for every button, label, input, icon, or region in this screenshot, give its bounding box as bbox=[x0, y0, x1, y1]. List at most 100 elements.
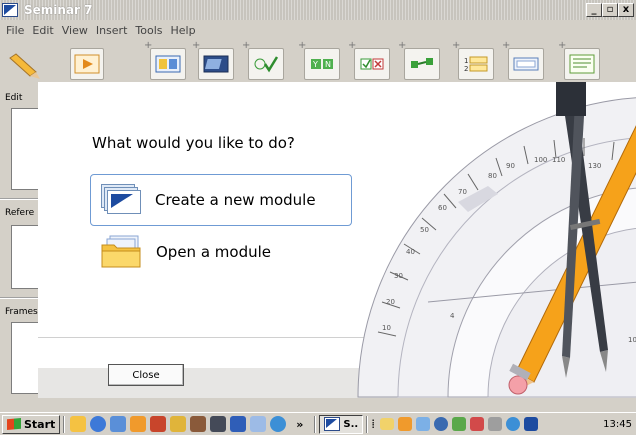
dialog-divider bbox=[38, 337, 368, 338]
edit-panel[interactable] bbox=[11, 108, 41, 190]
svg-text:20: 20 bbox=[386, 298, 395, 306]
close-window-button[interactable]: x bbox=[618, 3, 634, 17]
seminar-task-button[interactable]: S.. bbox=[319, 414, 364, 434]
text-entry-icon bbox=[513, 57, 539, 71]
edit-tool-button[interactable] bbox=[6, 52, 42, 80]
svg-text:130: 130 bbox=[588, 162, 601, 170]
film-icon bbox=[203, 55, 229, 73]
new-module-icon bbox=[101, 184, 141, 216]
quicklaunch-overflow[interactable]: » bbox=[296, 418, 303, 431]
insert-yes-no-button[interactable]: YN bbox=[304, 48, 340, 80]
insert-multiple-choice-button[interactable] bbox=[248, 48, 284, 80]
insert-true-false-button[interactable] bbox=[354, 48, 390, 80]
menu-insert[interactable]: Insert bbox=[92, 24, 132, 37]
image-frame-icon bbox=[155, 55, 181, 73]
menu-tools[interactable]: Tools bbox=[131, 24, 166, 37]
browser-tray-icon[interactable] bbox=[506, 417, 521, 431]
dialog-question: What would you like to do? bbox=[92, 134, 295, 152]
toolbar: YN 12 + + + + + + + + + bbox=[0, 40, 636, 82]
app-quicklaunch-icon[interactable] bbox=[150, 416, 167, 432]
svg-text:N: N bbox=[325, 60, 331, 69]
play-icon bbox=[74, 54, 100, 74]
taskbar-divider bbox=[366, 415, 369, 433]
tray-grip-icon: ⁞ bbox=[371, 417, 376, 431]
start-button[interactable]: Start bbox=[2, 414, 61, 434]
restore-button[interactable]: ▫ bbox=[602, 3, 618, 17]
svg-text:4: 4 bbox=[450, 312, 455, 320]
seminar-task-label: S.. bbox=[343, 418, 359, 430]
add-indicator-icon: + bbox=[298, 40, 307, 51]
close-button[interactable]: Close bbox=[108, 364, 184, 386]
open-module-option[interactable]: Open a module bbox=[90, 226, 352, 278]
add-indicator-icon: + bbox=[144, 40, 153, 51]
mail-tray-icon[interactable] bbox=[380, 418, 395, 430]
add-indicator-icon: + bbox=[348, 40, 357, 51]
svg-text:2: 2 bbox=[464, 65, 468, 73]
open-module-label: Open a module bbox=[156, 243, 272, 261]
chrome-quicklaunch-icon[interactable] bbox=[270, 416, 287, 432]
svg-text:100: 100 bbox=[534, 156, 547, 164]
media-tray-icon[interactable] bbox=[398, 417, 413, 431]
browser-quicklaunch-icon[interactable] bbox=[90, 416, 107, 432]
word-quicklaunch-icon[interactable] bbox=[230, 416, 247, 432]
insert-matching-button[interactable] bbox=[404, 48, 440, 80]
menu-view[interactable]: View bbox=[58, 24, 92, 37]
tools-quicklaunch-icon[interactable] bbox=[170, 416, 187, 432]
taskbar-divider bbox=[63, 415, 66, 433]
add-indicator-icon: + bbox=[558, 40, 567, 51]
reference-panel[interactable] bbox=[11, 225, 41, 289]
notes-quicklaunch-icon[interactable] bbox=[250, 416, 267, 432]
sequence-icon: 12 bbox=[464, 56, 488, 73]
protractor-compass-artwork: 8090100 11013070 605040 302010 4810 bbox=[357, 82, 636, 398]
app-task-icon bbox=[324, 417, 341, 431]
insert-image-frame-button[interactable] bbox=[150, 48, 186, 80]
svg-text:70: 70 bbox=[458, 188, 467, 196]
insert-text-entry-button[interactable] bbox=[508, 48, 544, 80]
menu-edit[interactable]: Edit bbox=[28, 24, 57, 37]
system-clock: 13:45 bbox=[603, 418, 632, 430]
frames-panel-label: Frames bbox=[5, 307, 38, 317]
start-label: Start bbox=[24, 417, 56, 431]
edit-panel-label: Edit bbox=[5, 93, 23, 103]
preview-button[interactable] bbox=[70, 48, 104, 80]
startup-dialog: 8090100 11013070 605040 302010 4810 bbox=[38, 82, 636, 398]
chat-tray-icon[interactable] bbox=[470, 417, 485, 431]
text-frame-icon bbox=[569, 54, 595, 74]
network-tray-icon[interactable] bbox=[416, 417, 431, 431]
menu-help[interactable]: Help bbox=[167, 24, 200, 37]
create-new-module-label: Create a new module bbox=[155, 191, 316, 209]
svg-text:60: 60 bbox=[438, 204, 447, 212]
monitor-quicklaunch-icon[interactable] bbox=[210, 416, 227, 432]
create-new-module-option[interactable]: Create a new module bbox=[90, 174, 352, 226]
shield-tray-icon[interactable] bbox=[434, 417, 449, 431]
settings-quicklaunch-icon[interactable] bbox=[110, 416, 127, 432]
frames-panel[interactable] bbox=[11, 322, 41, 394]
insert-video-frame-button[interactable] bbox=[198, 48, 234, 80]
antivirus-tray-icon[interactable] bbox=[452, 417, 467, 431]
paint-quicklaunch-icon[interactable] bbox=[190, 416, 207, 432]
folder-icon bbox=[100, 235, 142, 269]
matching-icon bbox=[411, 58, 433, 68]
insert-sequence-button[interactable]: 12 bbox=[458, 48, 494, 80]
menu-file[interactable]: File bbox=[2, 24, 28, 37]
update-tray-icon[interactable] bbox=[488, 417, 503, 431]
media-quicklaunch-icon[interactable] bbox=[130, 416, 147, 432]
svg-text:10: 10 bbox=[382, 324, 391, 332]
folder-quicklaunch-icon[interactable] bbox=[70, 416, 87, 432]
taskbar-divider bbox=[314, 415, 317, 433]
svg-text:40: 40 bbox=[406, 248, 415, 256]
svg-text:Y: Y bbox=[312, 60, 318, 69]
insert-text-frame-button[interactable] bbox=[564, 48, 600, 80]
window-title: Seminar 7 bbox=[24, 3, 93, 17]
checkmark-icon bbox=[254, 56, 279, 73]
svg-text:110: 110 bbox=[552, 156, 565, 164]
add-indicator-icon: + bbox=[452, 40, 461, 51]
svg-text:50: 50 bbox=[420, 226, 429, 234]
add-indicator-icon: + bbox=[192, 40, 201, 51]
minimize-button[interactable]: _ bbox=[586, 3, 602, 17]
menu-bar: File Edit View Insert Tools Help bbox=[0, 20, 636, 40]
reference-panel-label: Refere bbox=[5, 208, 35, 218]
app-icon bbox=[2, 3, 18, 17]
taskbar: Start » S.. ⁞ 13:45 bbox=[0, 412, 636, 435]
app-tray-icon[interactable] bbox=[524, 417, 539, 431]
